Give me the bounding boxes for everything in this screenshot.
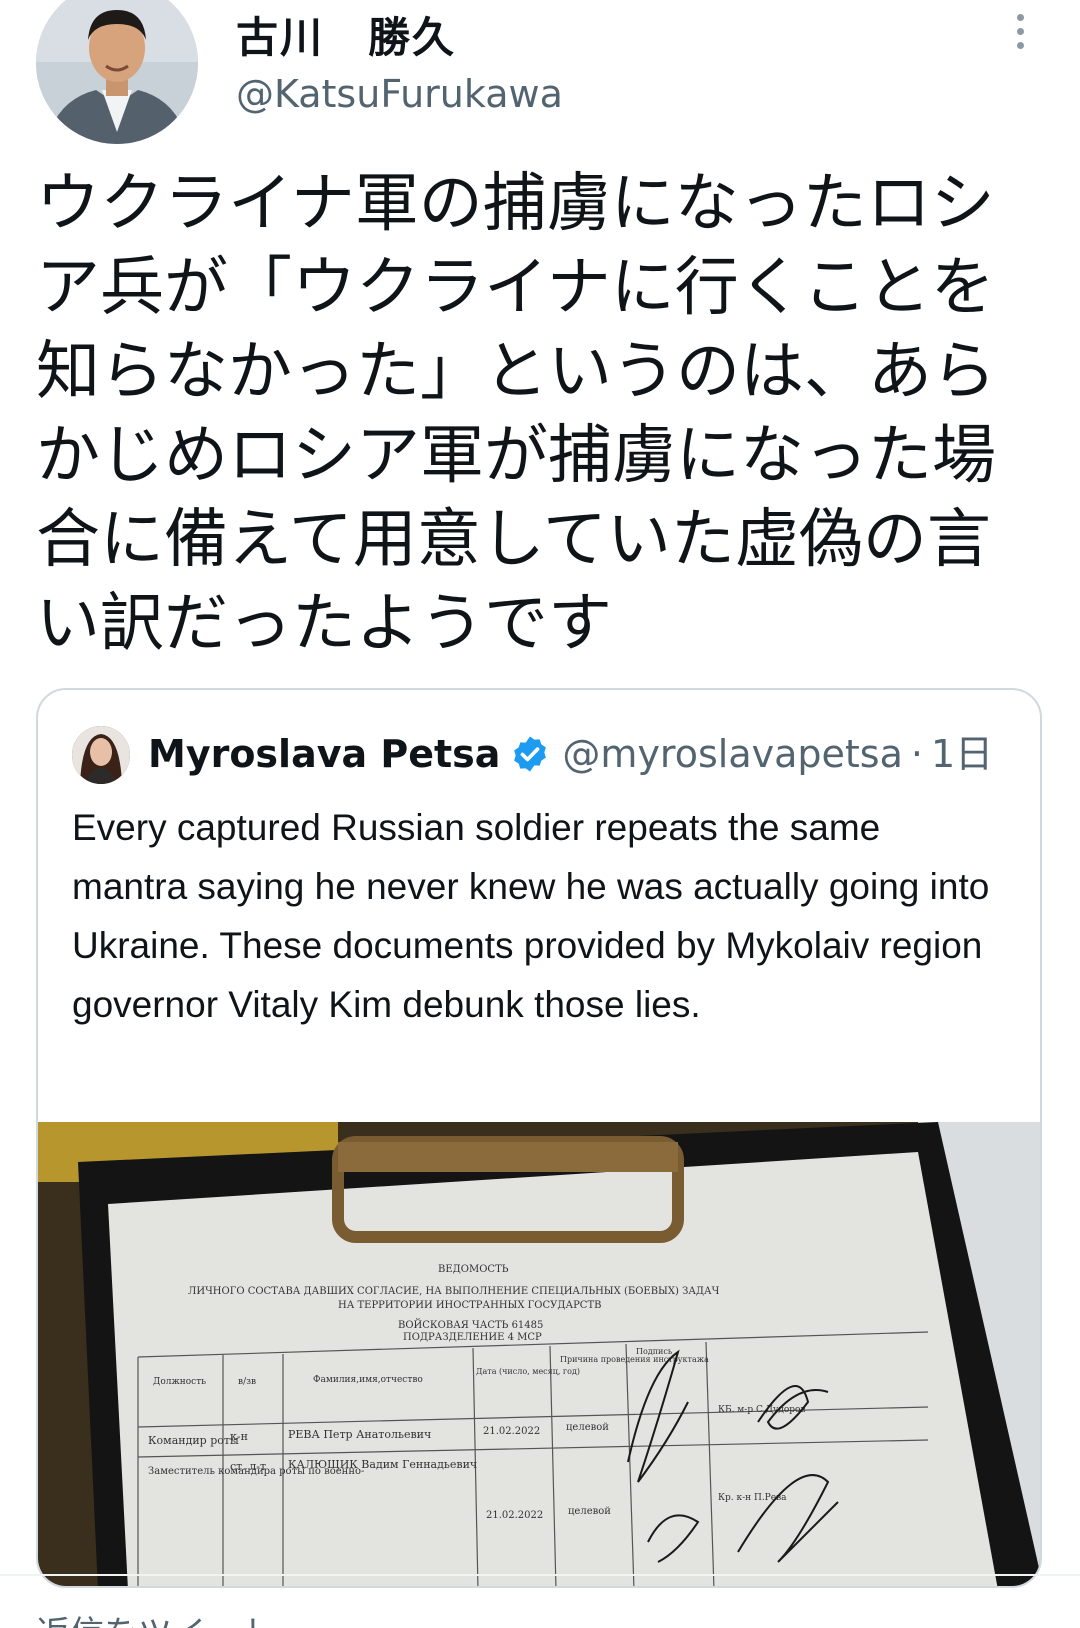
author-display-name[interactable]: 古川 勝久 bbox=[236, 4, 456, 65]
col-sign: Подпись bbox=[636, 1347, 673, 1356]
quoted-tweet-text: Every captured Russian soldier repeats t… bbox=[72, 807, 990, 1025]
quoted-tweet-card[interactable]: Myroslava Petsa @myroslavapetsa · 1日 Eve… bbox=[36, 688, 1042, 1588]
row2-reason: целевой bbox=[568, 1506, 611, 1517]
row1-sign-note: КБ. м-р С.Дудоров bbox=[718, 1405, 806, 1415]
row1-rank: к-н bbox=[230, 1430, 248, 1443]
tweet-detail-page: 古川 勝久 @KatsuFurukawa ウクライナ軍の捕虜になったロシア兵が「… bbox=[0, 0, 1080, 1628]
row1-date: 21.02.2022 bbox=[483, 1426, 540, 1437]
quoted-tweet-photo[interactable]: ВЕДОМОСТЬ ЛИЧНОГО СОСТАВА ДАВШИХ СОГЛАСИ… bbox=[38, 1122, 1042, 1588]
verified-badge-icon bbox=[514, 736, 547, 772]
menu-dot bbox=[1016, 13, 1024, 21]
doc-line-2: ЛИЧНОГО СОСТАВА ДАВШИХ СОГЛАСИЕ, НА ВЫПО… bbox=[188, 1286, 720, 1297]
bottom-divider bbox=[0, 1574, 1080, 1576]
more-options-icon[interactable] bbox=[1000, 6, 1040, 56]
col-name: Фамилия,имя,отчество bbox=[313, 1375, 423, 1385]
col-rank: в/зв bbox=[238, 1377, 256, 1387]
quoted-author-avatar bbox=[72, 726, 130, 784]
doc-line-4: ВОЙСКОВАЯ ЧАСТЬ 61485 bbox=[398, 1319, 543, 1331]
author-handle[interactable]: @KatsuFurukawa bbox=[236, 72, 563, 116]
row2-rank: ст. л-т bbox=[230, 1460, 266, 1473]
author-avatar[interactable] bbox=[36, 0, 198, 144]
row1-reason: целевой bbox=[566, 1422, 609, 1433]
col-date: Дата (число, месяц, год) bbox=[476, 1367, 580, 1376]
reply-prompt[interactable]: 返信をツイート bbox=[36, 1606, 274, 1628]
doc-line-3: НА ТЕРРИТОРИИ ИНОСТРАННЫХ ГОСУДАРСТВ bbox=[338, 1300, 601, 1311]
quoted-tweet-time[interactable]: 1日 bbox=[931, 726, 993, 782]
quoted-author-name[interactable]: Myroslava Petsa bbox=[148, 726, 500, 782]
quoted-author-handle[interactable]: @myroslavapetsa bbox=[562, 726, 902, 782]
col-position: Должность bbox=[153, 1377, 206, 1387]
row2-name: КАЛЮЩИК Вадим Геннадьевич bbox=[288, 1458, 477, 1471]
clipboard-clip-bar bbox=[338, 1142, 678, 1172]
profile-photo-icon bbox=[36, 0, 198, 144]
doc-line-5: ПОДРАЗДЕЛЕНИЕ 4 МСР bbox=[403, 1332, 542, 1343]
doc-title: ВЕДОМОСТЬ bbox=[438, 1264, 509, 1275]
row1-name: РЕВА Петр Анатольевич bbox=[288, 1428, 431, 1441]
quoted-profile-photo-icon bbox=[72, 726, 130, 784]
row2-date: 21.02.2022 bbox=[486, 1510, 543, 1521]
menu-dot bbox=[1016, 41, 1024, 49]
header-separator: · bbox=[910, 732, 923, 776]
menu-dot bbox=[1016, 27, 1024, 35]
col-reason: Причина проведения инструктажа bbox=[560, 1355, 709, 1364]
row1-position: Командир роты bbox=[148, 1434, 239, 1447]
quoted-tweet-header: Myroslava Petsa @myroslavapetsa · 1日 bbox=[148, 726, 993, 782]
tweet-text: ウクライナ軍の捕虜になったロシア兵が「ウクライナに行くことを知らなかった」という… bbox=[36, 167, 996, 661]
